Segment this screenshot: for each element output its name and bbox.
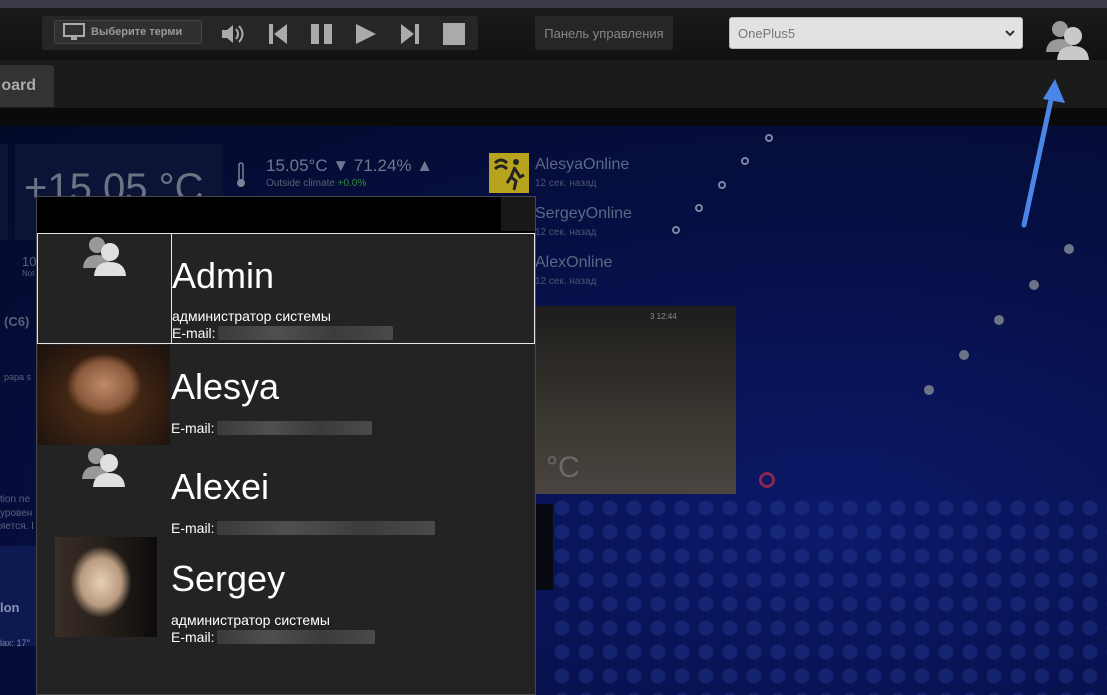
thermometer-icon — [237, 162, 245, 187]
email-redacted — [216, 630, 375, 644]
email-redacted — [216, 421, 372, 435]
climate-label-text: Outside climate — [266, 178, 335, 189]
default-user-icon — [83, 237, 126, 276]
side-text: tion ne — [0, 494, 31, 505]
chevron-down-icon — [1005, 30, 1015, 37]
user-name: Sergey — [171, 558, 286, 599]
pause-button[interactable] — [310, 23, 334, 45]
device-select[interactable]: OnePlus5 — [729, 17, 1023, 49]
user-item-alesya[interactable]: Alesya E-mail: — [37, 345, 535, 445]
user-dropdown: Admin администратор системы E-mail: Ales… — [36, 196, 536, 695]
user-name: Alesya — [171, 366, 280, 407]
play-icon — [356, 24, 376, 44]
tab-dashboard[interactable]: oard — [0, 65, 54, 107]
side-text: 10 — [22, 254, 37, 269]
climate-change: +0.0% — [337, 178, 367, 189]
side-text: lon — [0, 600, 20, 615]
users-icon — [1046, 21, 1089, 60]
user-email: E-mail: — [171, 629, 375, 645]
dropdown-header — [37, 197, 535, 233]
loader-dot — [718, 181, 726, 189]
user-photo-alesya — [38, 345, 170, 445]
stop-icon — [443, 23, 465, 45]
side-text: lax: 17° — [0, 638, 31, 648]
top-bar: Выберите терми Панель управления OnePlus… — [0, 8, 1107, 60]
dropdown-header-button[interactable] — [501, 197, 535, 231]
loader-dot — [959, 350, 969, 360]
user-item-sergey[interactable]: Sergey администратор системы E-mail: — [37, 535, 535, 645]
default-user-icon — [82, 448, 125, 487]
loader-dot — [924, 385, 934, 395]
volume-button[interactable] — [220, 23, 246, 45]
online-user-name: SergeyOnline — [535, 205, 632, 222]
user-item-admin[interactable]: Admin администратор системы E-mail: — [37, 233, 535, 344]
online-user-name: AlexOnline — [535, 254, 613, 271]
side-text: уровен — [0, 508, 33, 519]
skip-next-icon — [401, 24, 419, 44]
side-text: Not — [22, 269, 35, 278]
side-text: (C6) — [4, 314, 30, 329]
annotation-arrow-icon — [1021, 79, 1065, 228]
volume-icon — [222, 25, 244, 43]
toolbar-strip — [0, 108, 1107, 126]
loader-dot — [1064, 244, 1074, 254]
user-email: E-mail: — [171, 420, 372, 436]
user-role: администратор системы — [172, 308, 331, 324]
loader-dot — [1029, 280, 1039, 290]
user-photo-sergey — [55, 537, 157, 637]
user-item-alexei[interactable]: Alexei E-mail: — [37, 445, 535, 536]
dark-panel — [535, 504, 553, 590]
side-text: papa s — [4, 372, 32, 382]
walking-person-icon — [493, 158, 525, 191]
climate-label: Outside climate +0.0% — [266, 178, 366, 189]
side-text: яется. I — [0, 521, 34, 532]
skip-previous-icon — [269, 24, 287, 44]
camera-temperature: °C — [546, 451, 580, 484]
email-label: E-mail: — [171, 520, 215, 536]
pause-icon — [311, 24, 332, 44]
email-label: E-mail: — [172, 325, 216, 341]
email-redacted — [216, 521, 435, 535]
loader-dot — [741, 157, 749, 165]
loader-dot — [672, 226, 680, 234]
email-redacted — [217, 326, 393, 340]
control-panel-button[interactable]: Панель управления — [535, 16, 673, 50]
user-name: Alexei — [171, 466, 270, 507]
select-terminal-button[interactable]: Выберите терми — [54, 20, 202, 44]
media-player-controls: Выберите терми — [42, 16, 478, 50]
user-name: Admin — [172, 255, 275, 296]
device-select-value: OnePlus5 — [738, 25, 796, 41]
user-email: E-mail: — [171, 520, 435, 536]
next-button[interactable] — [400, 23, 420, 45]
online-user-time: 12 сек. назад — [535, 178, 597, 189]
dotted-pattern — [550, 496, 1107, 695]
stop-button[interactable] — [442, 23, 466, 45]
loader-dot — [994, 315, 1004, 325]
online-user-time: 12 сек. назад — [535, 276, 597, 287]
weather-card — [0, 546, 36, 646]
loader-dot — [765, 134, 773, 142]
online-user-name: AlesyaOnline — [535, 156, 630, 173]
loader-dot — [695, 204, 703, 212]
tab-row: oard — [0, 60, 1107, 108]
window-top-edge — [0, 0, 1107, 8]
presence-icon — [489, 153, 529, 193]
previous-button[interactable] — [268, 23, 288, 45]
user-role: администратор системы — [171, 612, 330, 628]
climate-values: 15.05°C ▼ 71.24% ▲ — [266, 156, 434, 175]
online-user-time: 12 сек. назад — [535, 227, 597, 238]
user-email: E-mail: — [172, 325, 393, 341]
email-label: E-mail: — [171, 420, 215, 436]
monitor-icon — [63, 23, 85, 40]
status-ring — [759, 472, 775, 488]
select-terminal-label: Выберите терми — [91, 26, 183, 38]
play-button[interactable] — [354, 23, 378, 45]
camera-timestamp: 3 12:44 — [650, 312, 677, 321]
left-card — [0, 144, 8, 240]
email-label: E-mail: — [171, 629, 215, 645]
